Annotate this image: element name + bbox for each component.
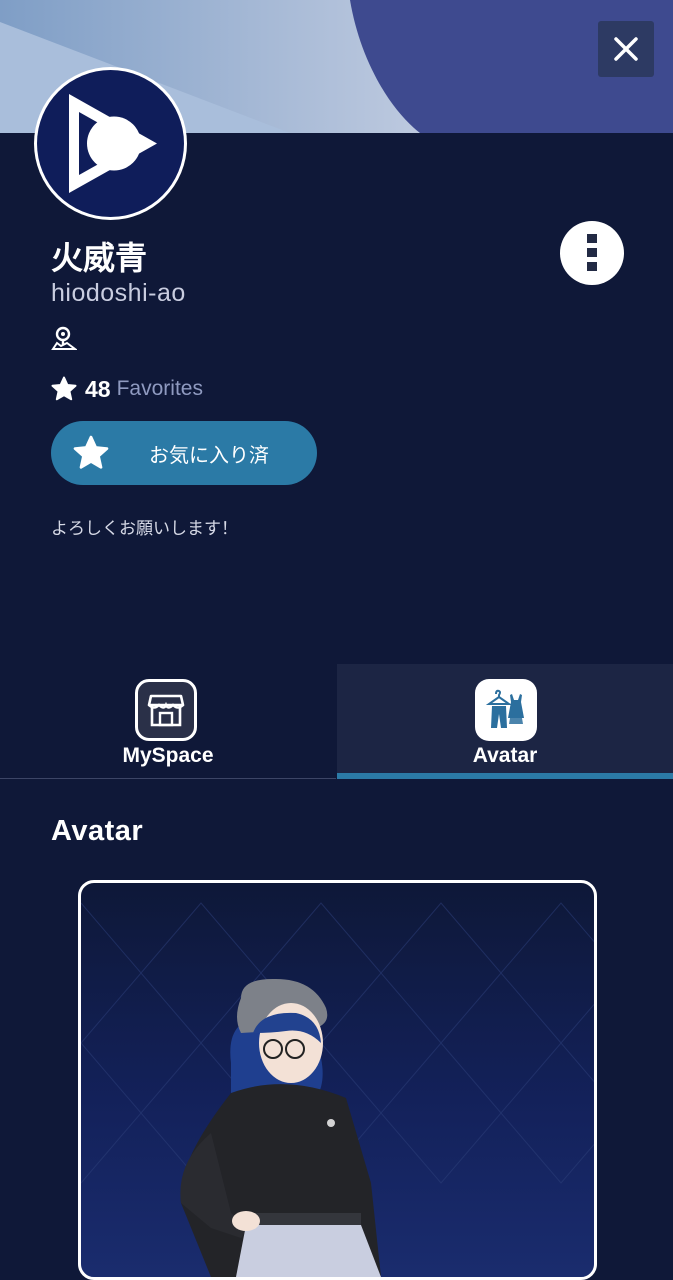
section-title: Avatar <box>51 815 144 847</box>
avatar-preview[interactable] <box>78 880 597 1280</box>
profile-avatar <box>34 67 187 220</box>
username: hiodoshi-ao <box>51 279 186 307</box>
clothing-icon <box>475 679 537 741</box>
favorited-button-label: お気に入り済 <box>149 442 269 467</box>
tab-avatar-label: Avatar <box>472 744 538 767</box>
more-vertical-icon <box>587 234 597 271</box>
favorites-count-row: 48 Favorites <box>51 373 203 405</box>
close-icon <box>614 37 638 61</box>
tab-avatar[interactable]: Avatar <box>337 664 673 779</box>
active-tab-indicator <box>337 773 673 779</box>
star-icon <box>51 376 77 401</box>
profile-bio: よろしくお願いします！ <box>51 519 238 539</box>
tab-myspace-label: MySpace <box>122 744 214 767</box>
profile-tabs: MySpace Avatar <box>0 664 673 779</box>
favorites-label: Favorites <box>116 377 203 400</box>
display-name: 火威青 <box>51 239 148 277</box>
storefront-icon <box>135 679 197 741</box>
favorites-count: 48 <box>85 375 111 402</box>
avatar-character <box>180 978 381 1277</box>
close-button[interactable] <box>598 21 654 77</box>
more-options-button[interactable] <box>560 221 624 285</box>
tab-myspace[interactable]: MySpace <box>0 664 336 779</box>
favorited-button[interactable]: お気に入り済 <box>51 421 317 485</box>
location-icon[interactable] <box>51 325 77 351</box>
star-icon <box>73 435 109 469</box>
